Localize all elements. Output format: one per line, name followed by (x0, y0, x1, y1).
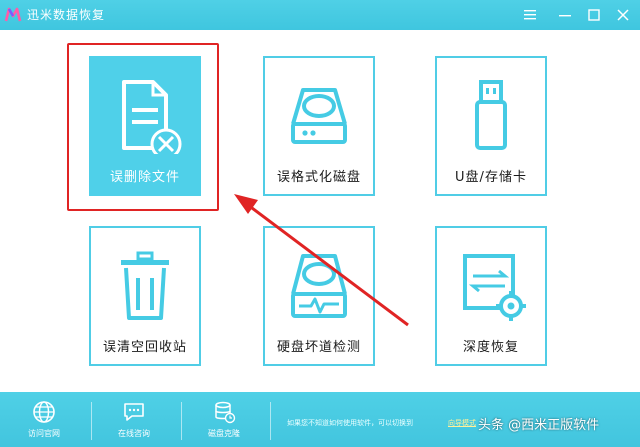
tile-formatted-disk[interactable]: 误格式化磁盘 (263, 56, 375, 196)
usb-drive-icon (475, 80, 507, 150)
app-title: 迅米数据恢复 (27, 8, 106, 22)
database-clone-icon (215, 401, 236, 424)
tile-label: 深度恢复 (462, 340, 519, 355)
tile-usb-storage[interactable]: U盘/存储卡 (435, 56, 547, 196)
globe-icon (33, 401, 55, 423)
tile-label: 硬盘坏道检测 (276, 340, 361, 355)
minimize-icon (559, 15, 571, 17)
bottom-label: 磁盘克隆 (208, 429, 240, 438)
tile-label: 误清空回收站 (102, 340, 187, 355)
tile-deep-recovery[interactable]: 深度恢复 (435, 226, 547, 366)
disk-clone-button[interactable]: 磁盘克隆 (194, 400, 254, 439)
hard-disk-scan-icon (291, 254, 347, 318)
close-icon (617, 9, 629, 21)
minimize-button[interactable] (556, 6, 574, 24)
tile-bad-sector-check[interactable]: 硬盘坏道检测 (263, 226, 375, 366)
wizard-mode-link[interactable]: 向导模式 (448, 418, 476, 428)
bottom-label: 访问官网 (28, 429, 60, 438)
hard-disk-icon (291, 88, 347, 144)
bottom-label: 在线咨询 (118, 429, 150, 438)
maximize-button[interactable] (585, 6, 603, 24)
title-bar: 迅米数据恢复 (0, 0, 640, 30)
watermark-text: 头条 @西米正版软件 (478, 418, 600, 433)
maximize-icon (588, 9, 600, 21)
visit-website-button[interactable]: 访问官网 (14, 400, 74, 439)
divider (270, 402, 271, 440)
divider (91, 402, 92, 440)
app-logo-icon (4, 7, 22, 22)
highlight-box (67, 43, 219, 211)
tile-label: U盘/存储卡 (455, 170, 527, 185)
menu-button[interactable] (521, 6, 539, 24)
trash-bin-icon (121, 251, 169, 320)
online-consult-button[interactable]: 在线咨询 (104, 400, 164, 439)
divider (181, 402, 182, 440)
guide-tip-text: 如果您不知道如何使用软件，可以切换到 (287, 419, 413, 427)
menu-icon (524, 10, 536, 20)
deep-recovery-icon (463, 254, 526, 321)
tile-label: 误格式化磁盘 (276, 170, 361, 185)
chat-bubble-icon (124, 403, 144, 421)
close-button[interactable] (614, 6, 632, 24)
tile-recycle-bin[interactable]: 误清空回收站 (89, 226, 201, 366)
